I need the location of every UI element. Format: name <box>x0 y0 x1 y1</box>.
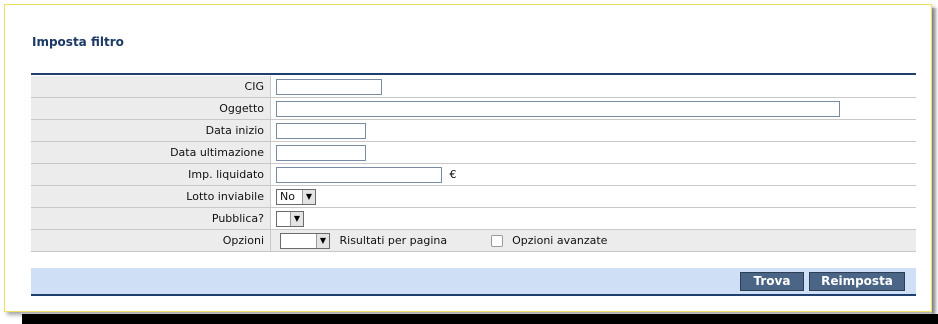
panel-shadow-bottom <box>22 314 938 324</box>
button-bar: Trova Reimposta <box>31 268 916 294</box>
pubblica-select[interactable]: ▼ <box>276 210 304 227</box>
opzioni-avanzate-label: Opzioni avanzate <box>512 234 608 247</box>
opzioni-avanzate-checkbox[interactable] <box>490 234 503 247</box>
filter-form-table: CIG Oggetto Data inizio Data ultimazione… <box>31 76 916 252</box>
imp-liquidato-input[interactable] <box>276 166 442 183</box>
trova-button[interactable]: Trova <box>740 272 804 291</box>
currency-symbol: € <box>449 168 457 181</box>
opzioni-label: Opzioni <box>31 229 271 252</box>
form-row-lotto-inviabile: Lotto inviabile No ▼ <box>31 185 916 208</box>
form-row-imp-liquidato: Imp. liquidato € <box>31 163 916 186</box>
chevron-down-icon[interactable]: ▼ <box>302 189 315 204</box>
form-row-data-inizio: Data inizio <box>31 119 916 142</box>
form-row-oggetto: Oggetto <box>31 97 916 120</box>
panel-shadow-right <box>932 8 938 318</box>
lotto-inviabile-select[interactable]: No ▼ <box>276 188 316 205</box>
data-ultimazione-label: Data ultimazione <box>31 141 271 164</box>
form-row-opzioni: Opzioni ▼ Risultati per pagina Opzioni a… <box>31 229 916 252</box>
bottom-divider <box>31 294 916 296</box>
chevron-down-icon[interactable]: ▼ <box>316 233 329 248</box>
data-inizio-label: Data inizio <box>31 119 271 142</box>
form-row-pubblica: Pubblica? ▼ <box>31 207 916 230</box>
pubblica-label: Pubblica? <box>31 207 271 230</box>
form-row-data-ultimazione: Data ultimazione <box>31 141 916 164</box>
lotto-inviabile-selected-value: No <box>280 189 295 203</box>
risultati-per-pagina-select[interactable]: ▼ <box>280 232 330 249</box>
reimposta-button[interactable]: Reimposta <box>809 272 905 291</box>
cig-label: CIG <box>31 76 271 98</box>
page-title: Imposta filtro <box>32 35 124 49</box>
risultati-per-pagina-label: Risultati per pagina <box>339 234 448 247</box>
cig-input[interactable] <box>276 78 382 95</box>
oggetto-label: Oggetto <box>31 97 271 120</box>
chevron-down-icon[interactable]: ▼ <box>290 211 303 226</box>
form-row-cig: CIG <box>31 76 916 98</box>
imp-liquidato-label: Imp. liquidato <box>31 163 271 186</box>
data-inizio-input[interactable] <box>276 122 366 139</box>
top-divider <box>31 73 916 75</box>
oggetto-input[interactable] <box>276 100 840 117</box>
data-ultimazione-input[interactable] <box>276 144 366 161</box>
lotto-inviabile-label: Lotto inviabile <box>31 185 271 208</box>
